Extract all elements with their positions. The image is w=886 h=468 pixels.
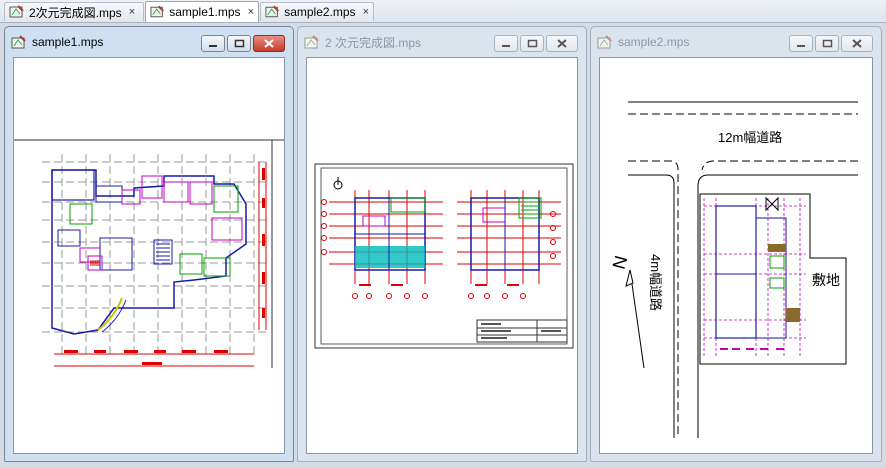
drawing-file-icon bbox=[9, 5, 24, 18]
maximize-button[interactable] bbox=[227, 35, 251, 52]
tab-close-icon[interactable]: × bbox=[129, 6, 135, 18]
site-plan-drawing bbox=[625, 101, 858, 438]
close-icon bbox=[264, 39, 274, 48]
close-button[interactable] bbox=[253, 35, 285, 52]
drawing-file-icon bbox=[150, 5, 164, 18]
minimize-icon bbox=[502, 44, 510, 47]
floor-plan-drawing bbox=[14, 139, 284, 368]
minimize-button[interactable] bbox=[789, 35, 813, 52]
tab-label: sample1.mps bbox=[169, 5, 241, 19]
site-label: 敷地 bbox=[812, 272, 840, 288]
window-title: 2 次元完成図.mps bbox=[325, 35, 422, 50]
window-title: sample1.mps bbox=[32, 35, 104, 49]
drawing-canvas[interactable]: 12m幅道路 4m幅道路 敷地 N bbox=[599, 57, 873, 454]
tab-2d-complete[interactable]: 2次元完成図.mps × bbox=[4, 2, 144, 21]
drawing-file-icon bbox=[265, 5, 279, 18]
minimize-icon bbox=[797, 44, 805, 47]
window-controls bbox=[201, 35, 285, 52]
drawing-file-icon bbox=[304, 34, 319, 48]
close-icon bbox=[852, 39, 862, 48]
road-12m-label: 12m幅道路 bbox=[718, 130, 783, 145]
tab-close-icon[interactable]: × bbox=[363, 6, 369, 18]
close-icon bbox=[557, 39, 567, 48]
tab-close-icon[interactable]: × bbox=[248, 6, 254, 18]
window-controls bbox=[494, 35, 578, 52]
tab-sample2[interactable]: sample2.mps × bbox=[260, 2, 374, 21]
maximize-icon bbox=[234, 39, 244, 48]
window-2d-complete[interactable]: 2 次元完成図.mps bbox=[297, 26, 587, 462]
tab-label: sample2.mps bbox=[284, 5, 356, 19]
minimize-button[interactable] bbox=[201, 35, 225, 52]
drawing-canvas[interactable] bbox=[306, 57, 578, 454]
floor-plan-drawing bbox=[314, 163, 574, 349]
drawing-file-icon bbox=[597, 34, 612, 48]
window-sample1[interactable]: sample1.mps bbox=[4, 26, 294, 462]
window-title: sample2.mps bbox=[618, 35, 690, 49]
tab-label: 2次元完成図.mps bbox=[29, 5, 122, 20]
close-button[interactable] bbox=[546, 35, 578, 52]
maximize-button[interactable] bbox=[815, 35, 839, 52]
document-tab-bar: 2次元完成図.mps × sample1.mps × sample2.mps × bbox=[0, 0, 886, 23]
minimize-icon bbox=[209, 44, 217, 47]
road-4m-label: 4m幅道路 bbox=[648, 254, 663, 312]
maximize-icon bbox=[527, 39, 537, 48]
drawing-file-icon bbox=[11, 34, 26, 48]
close-button[interactable] bbox=[841, 35, 873, 52]
window-sample2[interactable]: sample2.mps 12m幅道路 4m幅道路 敷地 N bbox=[590, 26, 882, 462]
minimize-button[interactable] bbox=[494, 35, 518, 52]
maximize-icon bbox=[822, 39, 832, 48]
tab-sample1[interactable]: sample1.mps × bbox=[145, 1, 259, 22]
drawing-canvas[interactable] bbox=[13, 57, 285, 454]
maximize-button[interactable] bbox=[520, 35, 544, 52]
window-controls bbox=[789, 35, 873, 52]
